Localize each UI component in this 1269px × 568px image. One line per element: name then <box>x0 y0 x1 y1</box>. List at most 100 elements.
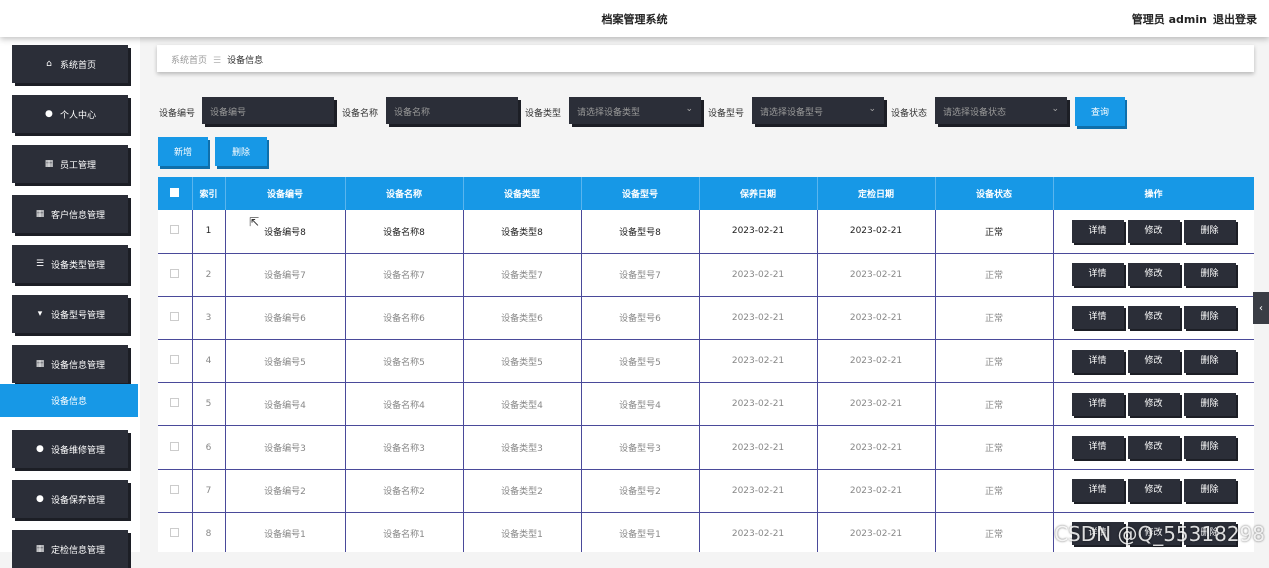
sidebar-item-label: 定检信息管理 <box>51 543 105 556</box>
cell-code: 设备编号2 <box>225 469 345 512</box>
sidebar-item-device-types[interactable]: ☰ 设备类型管理 <box>12 245 128 283</box>
cell-name: 设备名称4 <box>345 383 463 426</box>
cell-actions: 详情修改删除 <box>1053 340 1254 383</box>
query-button[interactable]: 查询 <box>1075 97 1125 126</box>
detail-button[interactable]: 详情 <box>1072 350 1124 373</box>
device-code-label: 设备编号 <box>159 106 195 119</box>
row-delete-button[interactable]: 删除 <box>1184 479 1236 502</box>
row-delete-button[interactable]: 删除 <box>1184 263 1236 286</box>
cell-type: 设备类型8 <box>463 210 581 253</box>
logout-link[interactable]: 退出登录 <box>1213 13 1257 26</box>
sidebar-item-label: 设备保养管理 <box>51 493 105 506</box>
device-model-select[interactable]: 请选择设备型号⌄ <box>752 97 884 124</box>
cell-maint-date: 2023-02-21 <box>699 296 817 339</box>
cell-status: 正常 <box>935 469 1053 512</box>
cell-maint-date: 2023-02-21 <box>699 512 817 552</box>
detail-button[interactable]: 详情 <box>1072 220 1124 243</box>
detail-button[interactable]: 详情 <box>1072 263 1124 286</box>
cell-name: 设备名称5 <box>345 340 463 383</box>
edit-button[interactable]: 修改 <box>1128 263 1180 286</box>
edit-button[interactable]: 修改 <box>1128 479 1180 502</box>
edit-button[interactable]: 修改 <box>1128 393 1180 416</box>
row-checkbox[interactable] <box>158 512 192 552</box>
row-delete-button[interactable]: 删除 <box>1184 350 1236 373</box>
table-row: 6设备编号3设备名称3设备类型3设备型号32023-02-212023-02-2… <box>158 426 1254 469</box>
cell-type: 设备类型1 <box>463 512 581 552</box>
sidebar-item-device-models[interactable]: ▾设备型号管理 <box>12 295 128 333</box>
cell-model: 设备型号8 <box>581 210 699 253</box>
cell-name: 设备名称3 <box>345 426 463 469</box>
row-checkbox[interactable] <box>158 340 192 383</box>
sidebar-item-customers[interactable]: ▦客户信息管理 <box>12 195 128 233</box>
user-icon: ● <box>44 109 54 119</box>
device-type-select[interactable]: 请选择设备类型⌄ <box>569 97 701 124</box>
table-row: 7设备编号2设备名称2设备类型2设备型号22023-02-212023-02-2… <box>158 469 1254 512</box>
sidebar-item-staff[interactable]: ▦员工管理 <box>12 145 128 183</box>
row-checkbox[interactable] <box>158 469 192 512</box>
device-status-placeholder: 请选择设备状态 <box>943 108 1006 118</box>
sidebar-item-label: 设备类型管理 <box>51 258 105 271</box>
column-header-model: 设备型号 <box>581 177 699 210</box>
cell-actions: 详情修改删除 <box>1053 296 1254 339</box>
user-area: 管理员 admin退出登录 <box>1126 11 1257 27</box>
cell-status: 正常 <box>935 253 1053 296</box>
cell-index: 5 <box>192 383 225 426</box>
table-row: 3设备编号6设备名称6设备类型6设备型号62023-02-212023-02-2… <box>158 296 1254 339</box>
edit-button[interactable]: 修改 <box>1128 220 1180 243</box>
cell-insp-date: 2023-02-21 <box>817 340 935 383</box>
device-name-input[interactable]: 设备名称 <box>386 97 518 124</box>
cell-code: 设备编号4 <box>225 383 345 426</box>
cell-model: 设备型号1 <box>581 512 699 552</box>
table-row: 4设备编号5设备名称5设备类型5设备型号52023-02-212023-02-2… <box>158 340 1254 383</box>
detail-button[interactable]: 详情 <box>1072 393 1124 416</box>
edit-button[interactable]: 修改 <box>1128 436 1180 459</box>
row-checkbox[interactable] <box>158 383 192 426</box>
home-icon: ⌂ <box>44 59 54 69</box>
breadcrumb-home[interactable]: 系统首页 <box>171 56 207 66</box>
row-delete-button[interactable]: 删除 <box>1184 393 1236 416</box>
delete-selected-button[interactable]: 删除 <box>215 137 267 166</box>
row-checkbox[interactable] <box>158 426 192 469</box>
sidebar-subitem-device-info[interactable]: 设备信息 <box>0 384 138 417</box>
detail-button[interactable]: 详情 <box>1072 479 1124 502</box>
cell-model: 设备型号7 <box>581 253 699 296</box>
sidebar-item-label: 客户信息管理 <box>51 208 105 221</box>
sidebar-item-maintenance[interactable]: ●设备保养管理 <box>12 480 128 518</box>
table-row: 5设备编号4设备名称4设备类型4设备型号42023-02-212023-02-2… <box>158 383 1254 426</box>
select-all-checkbox[interactable] <box>158 177 192 210</box>
mouse-cursor-icon: ⇱ <box>249 215 259 229</box>
sidebar-item-inspection[interactable]: ▦定检信息管理 <box>12 530 128 568</box>
detail-button[interactable]: 详情 <box>1072 436 1124 459</box>
cell-code: 设备编号8 <box>225 210 345 253</box>
sliders-icon: ☰ <box>35 259 45 269</box>
sidebar-item-repair[interactable]: ●设备维修管理 <box>12 430 128 468</box>
table-header-row: 索引 设备编号 设备名称 设备类型 设备型号 保养日期 定检日期 设备状态 操作 <box>158 177 1254 210</box>
column-header-name: 设备名称 <box>345 177 463 210</box>
cell-maint-date: 2023-02-21 <box>699 383 817 426</box>
cell-maint-date: 2023-02-21 <box>699 340 817 383</box>
add-button[interactable]: 新增 <box>158 137 208 166</box>
row-delete-button[interactable]: 删除 <box>1184 306 1236 329</box>
cell-maint-date: 2023-02-21 <box>699 253 817 296</box>
device-status-select[interactable]: 请选择设备状态⌄ <box>935 97 1067 124</box>
device-code-input[interactable]: 设备编号 <box>202 97 334 124</box>
device-model-placeholder: 请选择设备型号 <box>760 108 823 118</box>
detail-button[interactable]: 详情 <box>1072 306 1124 329</box>
sidebar-item-home[interactable]: ⌂系统首页 <box>12 45 128 83</box>
chevron-down-icon: ⌄ <box>685 104 693 114</box>
row-checkbox[interactable] <box>158 296 192 339</box>
edit-button[interactable]: 修改 <box>1128 306 1180 329</box>
sidebar-item-profile[interactable]: ●个人中心 <box>12 95 128 133</box>
cell-model: 设备型号2 <box>581 469 699 512</box>
sidebar-item-device-info[interactable]: ▦设备信息管理 <box>12 345 128 383</box>
cell-index: 7 <box>192 469 225 512</box>
sidebar-item-label: 设备型号管理 <box>51 308 105 321</box>
row-checkbox[interactable] <box>158 253 192 296</box>
row-delete-button[interactable]: 删除 <box>1184 220 1236 243</box>
collapse-panel-icon[interactable]: ‹ <box>1253 292 1269 324</box>
device-model-label: 设备型号 <box>708 106 744 119</box>
edit-button[interactable]: 修改 <box>1128 350 1180 373</box>
row-delete-button[interactable]: 删除 <box>1184 436 1236 459</box>
row-checkbox[interactable] <box>158 210 192 253</box>
cell-status: 正常 <box>935 340 1053 383</box>
